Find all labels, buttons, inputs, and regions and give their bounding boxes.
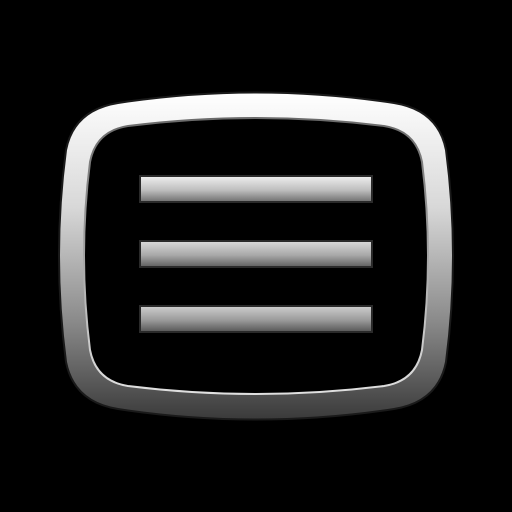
- app-icon-canvas: [0, 0, 512, 512]
- menu-bar-top: [139, 175, 373, 203]
- menu-bar-middle: [139, 240, 373, 268]
- menu-bar-bottom: [139, 305, 373, 333]
- menu-tv-icon[interactable]: [0, 0, 512, 512]
